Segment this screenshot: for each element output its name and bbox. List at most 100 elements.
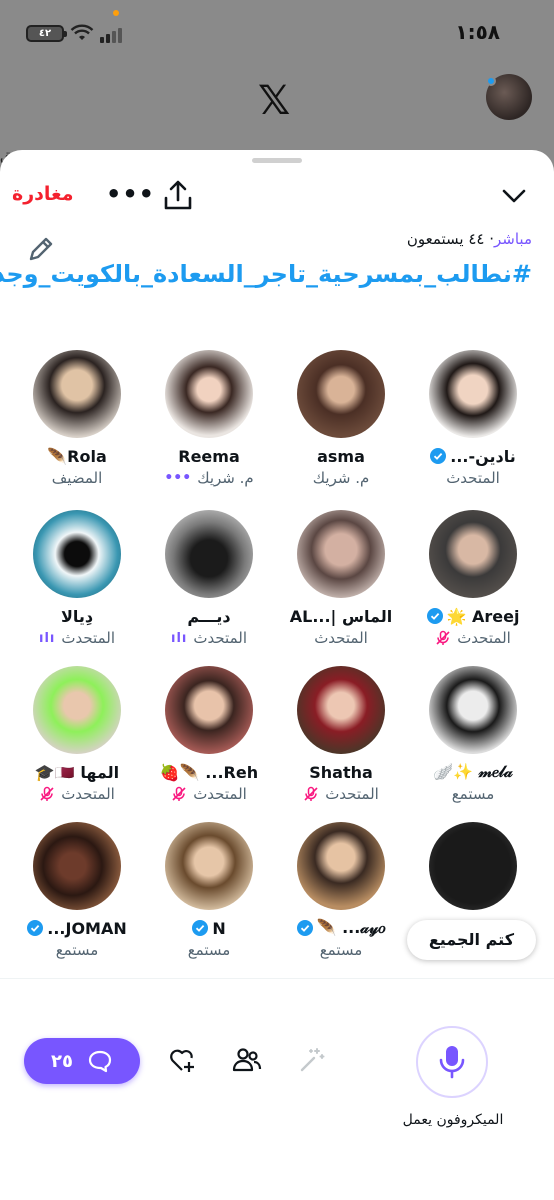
- mute-all-button[interactable]: كتم الجميع: [406, 920, 536, 960]
- avatar: [33, 350, 121, 438]
- participant-role: المتحدث: [314, 629, 368, 647]
- participant-nadine[interactable]: نادين-... المتحدث: [406, 350, 540, 488]
- comments-count: ٢٥: [51, 1050, 73, 1072]
- verified-badge-icon: [426, 608, 443, 624]
- battery-icon: ٤٢: [26, 25, 67, 42]
- participant-role: المتحدث: [61, 785, 115, 803]
- participant-name: Areej 🌟: [446, 606, 520, 626]
- comment-bubble-icon: [88, 1050, 112, 1073]
- participant-name: Reema: [178, 446, 240, 466]
- participant-ayo[interactable]: 𝒶𝓎𝑜... 🪶 مستمع: [274, 822, 408, 960]
- cellular-signal-icon: [100, 28, 122, 43]
- participant-asma[interactable]: asma م. شريك: [274, 350, 408, 488]
- participant-deem[interactable]: ديـــم المتحدث ılı: [142, 510, 276, 648]
- participant-role: المتحدث: [193, 785, 247, 803]
- mic-off-icon: [40, 786, 54, 801]
- privacy-indicator-dot: [113, 10, 119, 16]
- participant-almas[interactable]: الماس |...AL المتحدث: [274, 510, 408, 648]
- participant-role: مستمع: [319, 941, 363, 959]
- participant-role: المتحدث: [325, 785, 379, 803]
- avatar: [297, 822, 385, 910]
- comments-button[interactable]: ٢٥: [24, 1038, 140, 1084]
- profile-avatar[interactable]: [486, 74, 532, 120]
- participant-n[interactable]: N مستمع: [142, 822, 276, 960]
- participant-rola[interactable]: Rola🪶 المضيف: [10, 350, 144, 488]
- speaking-wave-icon: ılı: [39, 630, 56, 646]
- avatar: [33, 822, 121, 910]
- participant-name: asma: [317, 446, 365, 466]
- people-icon[interactable]: [232, 1045, 262, 1075]
- avatar: [165, 350, 253, 438]
- more-options-button[interactable]: •••: [106, 182, 155, 206]
- verified-badge-icon: [296, 920, 313, 936]
- divider: [0, 978, 554, 979]
- participant-name-row: N: [142, 918, 276, 938]
- participant-role: المضيف: [51, 469, 103, 487]
- live-label: مباشر: [494, 230, 532, 248]
- heart-add-icon[interactable]: [168, 1046, 196, 1074]
- participant-diala[interactable]: دِيالا المتحدث ılı: [10, 510, 144, 648]
- live-status: مباشر· ٤٤ يستمعون: [407, 230, 532, 248]
- participant-name-row: Areej 🌟: [406, 606, 540, 626]
- participant-name-row: 𝒶𝓎𝑜... 🪶: [274, 918, 408, 938]
- participant-name-row: نادين-...: [406, 446, 540, 466]
- participant-reh[interactable]: Reh... 🪶🍓 المتحدث: [142, 666, 276, 804]
- leave-button[interactable]: مغادرة: [12, 183, 74, 205]
- avatar: [33, 666, 121, 754]
- avatar: [429, 510, 517, 598]
- participant-role: المتحدث: [457, 629, 511, 647]
- participant-name: Reh... 🪶🍓: [159, 762, 259, 782]
- participant-role-row: م. شريك •••: [142, 468, 276, 488]
- participant-role: م. شريك: [197, 469, 254, 487]
- participant-name: نادين-...: [450, 446, 516, 466]
- avatar: [165, 510, 253, 598]
- share-icon[interactable]: [162, 178, 194, 212]
- speaking-dots-icon: •••: [164, 470, 192, 486]
- chevron-down-icon[interactable]: [498, 180, 530, 212]
- status-time: ١:٥٨: [455, 20, 500, 44]
- x-logo-icon: 𝕏: [258, 78, 291, 124]
- participant-role: مستمع: [187, 941, 231, 959]
- space-sheet: ••• مغادرة مباشر· ٤٤ يستمعون #نطالب_بمسر…: [0, 150, 554, 1200]
- microphone-icon: [439, 1046, 465, 1079]
- notification-dot: [486, 76, 496, 86]
- participant-name: المها 🇶🇦🎓: [34, 762, 120, 782]
- participant-reema[interactable]: Reema م. شريك •••: [142, 350, 276, 488]
- participant-role: مستمع: [451, 785, 495, 803]
- participant-joman[interactable]: JOMAN... مستمع: [10, 822, 144, 960]
- participant-shatha[interactable]: Shatha المتحدث: [274, 666, 408, 804]
- space-title[interactable]: #نطالب_بمسرحية_تاجر_السعادة_بالكويت_وجدة: [0, 258, 532, 291]
- avatar: [429, 350, 517, 438]
- verified-badge-icon: [430, 448, 447, 464]
- magic-wand-icon[interactable]: [298, 1046, 326, 1074]
- participant-role-row: المتحدث ılı: [10, 628, 144, 648]
- participant-name: الماس |...AL: [289, 606, 393, 626]
- sheet-grabber[interactable]: [252, 158, 302, 163]
- listener-count: · ٤٤ يستمعون: [406, 230, 495, 248]
- participant-role-row: المتحدث: [10, 784, 144, 804]
- avatar: [429, 666, 517, 754]
- participant-almaha[interactable]: المها 🇶🇦🎓 المتحدث: [10, 666, 144, 804]
- avatar: [165, 822, 253, 910]
- avatar: [297, 350, 385, 438]
- microphone-status-label: الميكروفون يعمل: [402, 1112, 504, 1128]
- participant-role: م. شريك: [312, 469, 370, 487]
- participant-name: N: [212, 918, 226, 938]
- participant-role: المتحدث: [193, 629, 247, 647]
- microphone-button[interactable]: [416, 1026, 488, 1098]
- avatar: [33, 510, 121, 598]
- participant-name: 𝒶𝓎𝑜... 🪶: [316, 918, 386, 937]
- participant-name-row: JOMAN...: [10, 918, 144, 938]
- wifi-icon: [70, 24, 94, 40]
- participant-role-row: المتحدث: [274, 784, 408, 804]
- participant-mela[interactable]: 𝓂𝑒𝓁𝒶 ✨🪽 مستمع: [406, 666, 540, 804]
- participant-areej[interactable]: Areej 🌟 المتحدث: [406, 510, 540, 648]
- participant-name: Rola🪶: [47, 446, 107, 466]
- participant-role: مستمع: [55, 941, 99, 959]
- participant-role-row: المتحدث ılı: [142, 628, 276, 648]
- participant-name: Shatha: [309, 762, 373, 782]
- status-bar: ٤٢ ١:٥٨: [0, 0, 554, 60]
- verified-badge-icon: [27, 920, 44, 936]
- speaking-wave-icon: ılı: [171, 630, 188, 646]
- participant-role-row: المتحدث: [142, 784, 276, 804]
